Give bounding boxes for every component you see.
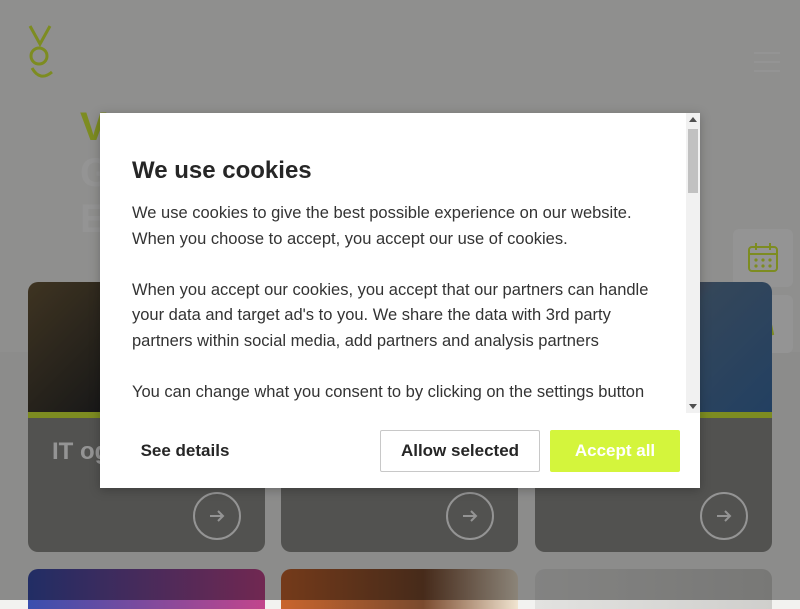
cookie-consent-dialog: We use cookies We use cookies to give th… bbox=[100, 113, 700, 488]
cookie-dialog-text: We use cookies to give the best possible… bbox=[132, 201, 652, 405]
scroll-up-arrow-icon[interactable] bbox=[689, 117, 697, 122]
cookie-dialog-scrollbar[interactable] bbox=[686, 113, 700, 413]
cookie-paragraph-3: You can change what you consent to by cl… bbox=[132, 382, 645, 401]
cookie-dialog-heading: We use cookies bbox=[132, 157, 312, 184]
cookie-dialog-body: We use cookies We use cookies to give th… bbox=[100, 113, 686, 413]
accept-all-button[interactable]: Accept all bbox=[550, 430, 680, 472]
see-details-button[interactable]: See details bbox=[130, 430, 240, 472]
scrollbar-thumb[interactable] bbox=[688, 129, 698, 193]
cookie-paragraph-2: When you accept our cookies, you accept … bbox=[132, 280, 649, 350]
allow-selected-button[interactable]: Allow selected bbox=[380, 430, 540, 472]
scroll-down-arrow-icon[interactable] bbox=[689, 404, 697, 409]
cookie-dialog-footer: See details Allow selected Accept all bbox=[100, 413, 700, 488]
cookie-paragraph-1: We use cookies to give the best possible… bbox=[132, 204, 632, 248]
